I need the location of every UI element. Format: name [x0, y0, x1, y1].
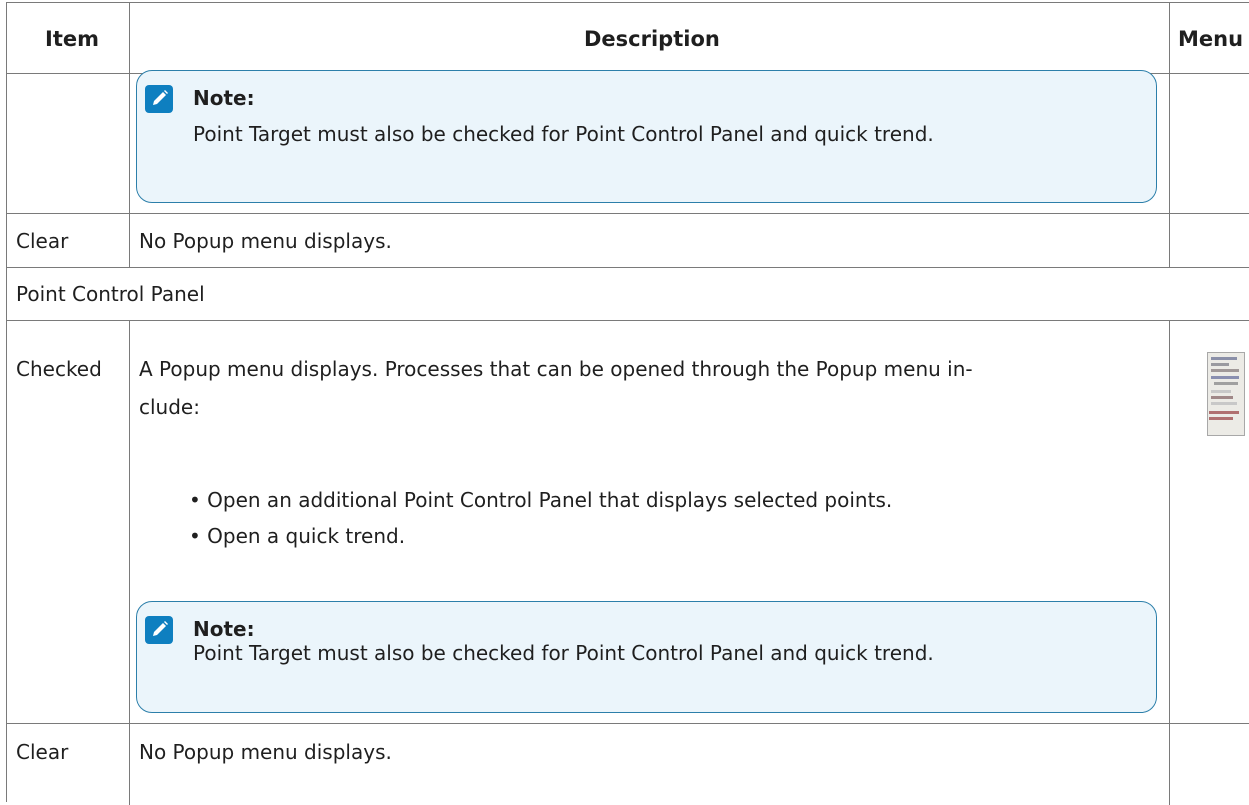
note-text: Point Target must also be checked for Po…	[193, 122, 934, 146]
list-item: Open an additional Point Control Panel t…	[189, 488, 892, 512]
menu-row	[1211, 357, 1237, 360]
column-divider-item	[129, 213, 130, 267]
column-divider-menu	[1169, 320, 1170, 805]
row-divider	[6, 213, 1249, 214]
note-title: Note:	[193, 86, 255, 110]
note-title: Note:	[193, 617, 255, 641]
description-line: A Popup menu displays. Processes that ca…	[139, 357, 973, 381]
item-cell-clear: Clear	[16, 229, 69, 253]
menu-row	[1214, 382, 1238, 385]
description-cell: No Popup menu displays.	[139, 740, 392, 764]
row-divider	[6, 723, 1249, 724]
row-divider	[6, 267, 1249, 268]
menu-row	[1211, 363, 1229, 366]
column-divider-menu	[1169, 2, 1170, 213]
column-divider-item	[129, 320, 130, 805]
menu-row	[1211, 402, 1237, 405]
pencil-clipboard-icon	[145, 616, 173, 644]
note-text: Point Target must also be checked for Po…	[193, 641, 934, 665]
table-border-left	[6, 2, 7, 802]
menu-row	[1209, 411, 1239, 414]
row-divider	[6, 320, 1249, 321]
table-top-border	[6, 2, 1249, 3]
menu-row	[1209, 417, 1233, 420]
menu-row	[1211, 376, 1239, 379]
note-box: Note: Point Target must also be checked …	[136, 601, 1157, 713]
menu-row	[1211, 390, 1231, 393]
process-list: Open an additional Point Control Panel t…	[189, 488, 892, 560]
column-header-item: Item	[45, 27, 99, 51]
description-line: clude:	[139, 395, 200, 419]
column-divider-item	[129, 2, 130, 213]
note-box: Note: Point Target must also be checked …	[136, 70, 1157, 203]
popup-menu-screenshot-thumbnail	[1207, 352, 1245, 436]
list-item: Open a quick trend.	[189, 524, 892, 548]
section-heading-point-control-panel: Point Control Panel	[16, 282, 205, 306]
item-cell-clear: Clear	[16, 740, 69, 764]
description-cell: No Popup menu displays.	[139, 229, 392, 253]
column-divider-menu	[1169, 213, 1170, 267]
menu-row	[1211, 396, 1233, 399]
item-cell-checked: Checked	[16, 357, 102, 381]
menu-row	[1211, 369, 1239, 372]
column-header-description: Description	[584, 27, 720, 51]
pencil-clipboard-icon	[145, 85, 173, 113]
column-header-menu: Menu	[1178, 27, 1244, 51]
